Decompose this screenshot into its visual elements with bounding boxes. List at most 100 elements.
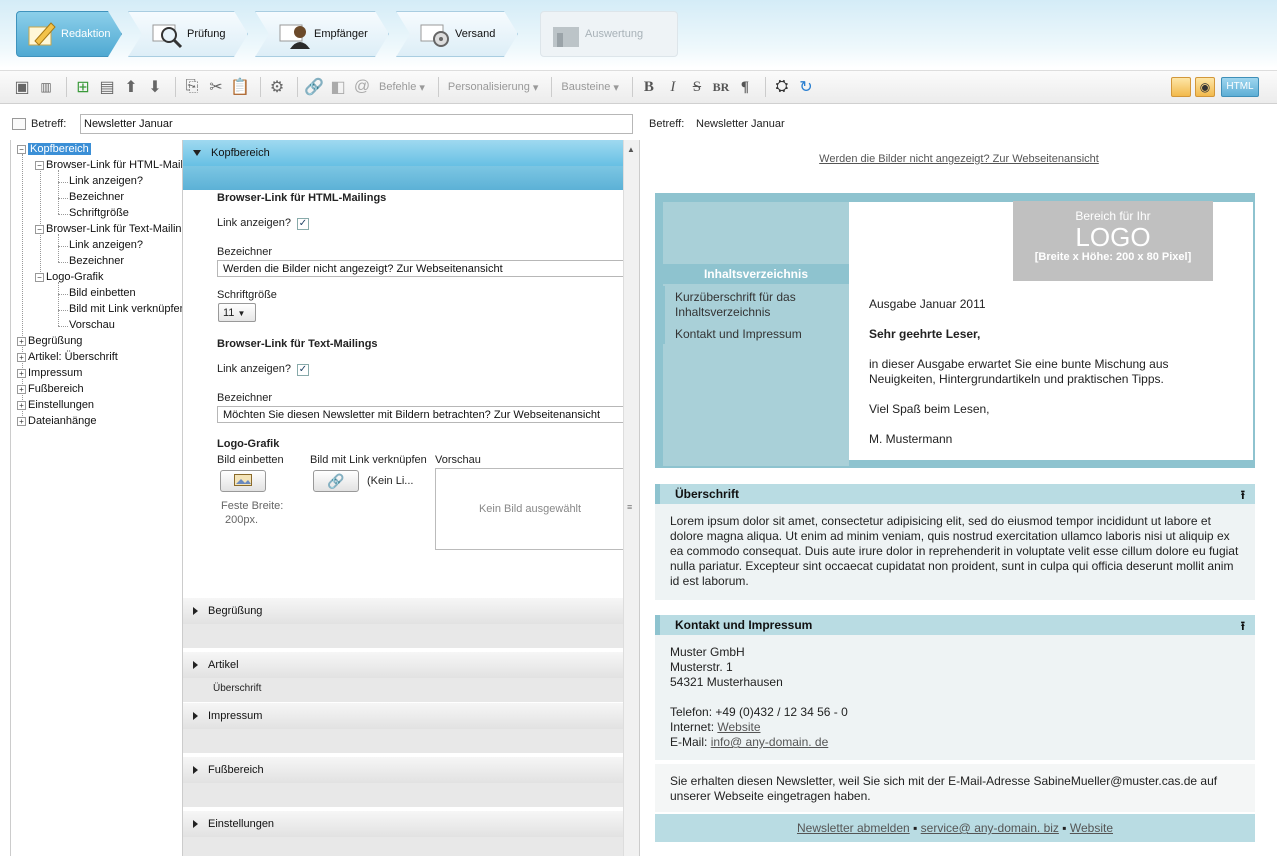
eye-icon[interactable]: ◉ — [1195, 77, 1215, 97]
expand-icon — [193, 766, 198, 774]
service-email-link[interactable]: service@ any-domain. biz — [921, 821, 1059, 835]
tree-node-logo-grafik[interactable]: − Logo-Grafik — [35, 271, 103, 283]
schriftgroesse-label: Schriftgröße — [217, 289, 277, 301]
br-button[interactable]: BR — [711, 76, 731, 98]
bild-link-button[interactable]: 🔗 — [313, 470, 359, 492]
toolbar-separator — [260, 77, 261, 97]
step-versand[interactable]: Versand — [396, 11, 518, 57]
tree-node-einstellungen[interactable]: + Einstellungen — [17, 399, 94, 411]
tree-node-bezeichner-2[interactable]: Bezeichner — [69, 255, 124, 267]
tree-node-begruessung[interactable]: + Begrüßung — [17, 335, 82, 347]
befehle-menu[interactable]: Befehle ▾ — [376, 76, 428, 98]
move-up-icon[interactable]: ⬆ — [121, 76, 141, 98]
section-begruessung[interactable]: Begrüßung — [183, 598, 623, 624]
paragraph-button[interactable]: ¶ — [735, 76, 755, 98]
tree-node-vorschau[interactable]: Vorschau — [69, 319, 115, 331]
to-top-icon[interactable]: ⭱ — [1241, 486, 1245, 507]
tree-node-kopfbereich[interactable]: − Kopfbereich — [17, 143, 91, 155]
move-down-icon[interactable]: ⬇ — [145, 76, 165, 98]
section-impressum[interactable]: Impressum — [183, 703, 623, 729]
link-anzeigen-label: Link anzeigen? — [217, 217, 292, 229]
save-as-icon[interactable]: ▥ — [36, 76, 56, 98]
expand-icon — [193, 820, 198, 828]
bold-button[interactable]: B — [639, 76, 659, 98]
at-icon[interactable]: @ — [352, 76, 372, 98]
step-empfaenger[interactable]: Empfänger — [255, 11, 389, 57]
html-view-button[interactable]: HTML — [1221, 77, 1259, 97]
tree-node-browser-text[interactable]: − Browser-Link für Text-Mailings — [35, 223, 182, 235]
step-pruefung[interactable]: Prüfung — [128, 11, 248, 57]
link-anzeigen-checkbox-2[interactable]: ✓ — [297, 364, 309, 376]
tree-node-browser-html[interactable]: −Browser-Link für HTML-Mailings — [35, 159, 182, 171]
send-icon — [419, 19, 451, 49]
tree-node-dateianhaenge[interactable]: + Dateianhänge — [17, 415, 97, 427]
bild-link-label: Bild mit Link verknüpfen — [310, 454, 427, 466]
image-icon — [234, 473, 252, 489]
section-artikel[interactable]: Artikel — [183, 652, 623, 678]
refresh-icon[interactable]: ↻ — [796, 76, 816, 98]
bezeichner-input[interactable]: Werden die Bilder nicht angezeigt? Zur W… — [217, 260, 627, 277]
bild-einbetten-button[interactable] — [220, 470, 266, 492]
footer-links: Newsletter abmelden ▪ service@ any-domai… — [655, 814, 1255, 842]
bausteine-menu[interactable]: Bausteine ▾ — [558, 76, 622, 98]
paste-icon[interactable]: 📋 — [230, 76, 250, 98]
toc-item[interactable]: Kontakt und Impressum — [675, 327, 845, 341]
italic-button[interactable]: I — [663, 76, 683, 98]
schriftgroesse-select[interactable]: 11 ▼ — [218, 303, 256, 322]
strike-button[interactable]: S — [687, 76, 707, 98]
link-icon[interactable]: 🔗 — [304, 76, 324, 98]
section-einstellungen[interactable]: Einstellungen — [183, 811, 623, 837]
tree-node-bezeichner[interactable]: Bezeichner — [69, 191, 124, 203]
editor-toolbar: ▣ ▥ ⊞ ▤ ⬆ ⬇ ⎘ ✂ 📋 ⚙ 🔗 ◧ @ Befehle ▾ Pers… — [0, 70, 1277, 104]
kein-link-text: (Kein Li... — [367, 475, 414, 487]
artikel-subtitle: Überschrift — [213, 683, 262, 694]
unlink-icon[interactable]: ◧ — [328, 76, 348, 98]
article-heading: Überschrift ⭱ — [655, 484, 1255, 504]
tree-node-bild-einbetten[interactable]: Bild einbetten — [69, 287, 136, 299]
link-anzeigen-checkbox[interactable]: ✓ — [297, 218, 309, 230]
bezeichner-input-2[interactable]: Möchten Sie diesen Newsletter mit Bilder… — [217, 406, 627, 423]
tree-node-fussbereich[interactable]: + Fußbereich — [17, 383, 84, 395]
layout-view-icon[interactable] — [1171, 77, 1191, 97]
footer-website-link[interactable]: Website — [1070, 821, 1113, 835]
tree-node-link-anzeigen-2[interactable]: Link anzeigen? — [69, 239, 143, 251]
personalisierung-menu[interactable]: Personalisierung ▾ — [445, 76, 542, 98]
website-link[interactable]: Website — [717, 720, 760, 734]
add-block-icon[interactable]: ⊞ — [73, 76, 93, 98]
step-redaktion[interactable]: Redaktion — [16, 11, 122, 57]
toc-item[interactable]: Kurzüberschrift für das Inhaltsverzeichn… — [675, 290, 845, 320]
scroll-up-icon[interactable]: ▲ — [627, 145, 635, 154]
footer-note-section: Sie erhalten diesen Newsletter, weil Sie… — [655, 764, 1255, 812]
magnifier-icon — [151, 19, 183, 49]
to-top-icon[interactable]: ⭱ — [1241, 617, 1245, 638]
link-settings-icon[interactable]: ⚙ — [267, 76, 287, 98]
tree-node-schriftgroesse[interactable]: Schriftgröße — [69, 207, 129, 219]
email-link[interactable]: info@ any-domain. de — [711, 735, 829, 749]
recipient-icon — [278, 19, 310, 49]
save-icon[interactable]: ▣ — [12, 76, 32, 98]
section-fussbereich[interactable]: Fußbereich — [183, 757, 623, 783]
remove-block-icon[interactable]: ▤ — [97, 76, 117, 98]
tree-node-link-anzeigen[interactable]: Link anzeigen? — [69, 175, 143, 187]
section-kopfbereich[interactable]: Kopfbereich — [183, 140, 623, 166]
section-band — [183, 624, 623, 648]
editor-scrollbar[interactable]: ▲ ≡ — [623, 140, 639, 856]
copy-icon[interactable]: ⎘ — [182, 76, 202, 98]
anrede-text: Sehr geehrte Leser, — [869, 327, 981, 341]
company-city: 54321 Musterhausen — [670, 675, 783, 689]
unsubscribe-link[interactable]: Newsletter abmelden — [797, 821, 910, 835]
cut-icon[interactable]: ✂ — [206, 76, 226, 98]
webview-link[interactable]: Werden die Bilder nicht angezeigt? Zur W… — [819, 153, 1099, 165]
bullet-separator: ▪ — [1062, 821, 1067, 835]
tree-node-bild-link[interactable]: Bild mit Link verknüpfen — [69, 303, 182, 315]
tree-node-impressum[interactable]: + Impressum — [17, 367, 82, 379]
subject-row: Betreff: Betreff: Newsletter Januar — [0, 110, 1277, 138]
chevron-down-icon: ▼ — [237, 309, 246, 318]
contact-section: Kontakt und Impressum ⭱ Muster GmbH Muste… — [655, 615, 1255, 760]
tree-node-artikel[interactable]: + Artikel: Überschrift — [17, 351, 118, 363]
subject-input[interactable] — [80, 114, 633, 134]
binoculars-icon[interactable]: ⛭ — [772, 76, 792, 98]
splitter-grip-icon[interactable]: ≡ — [627, 502, 632, 512]
company-internet: Internet: Website — [670, 720, 761, 734]
vorschau-label: Vorschau — [435, 454, 481, 466]
